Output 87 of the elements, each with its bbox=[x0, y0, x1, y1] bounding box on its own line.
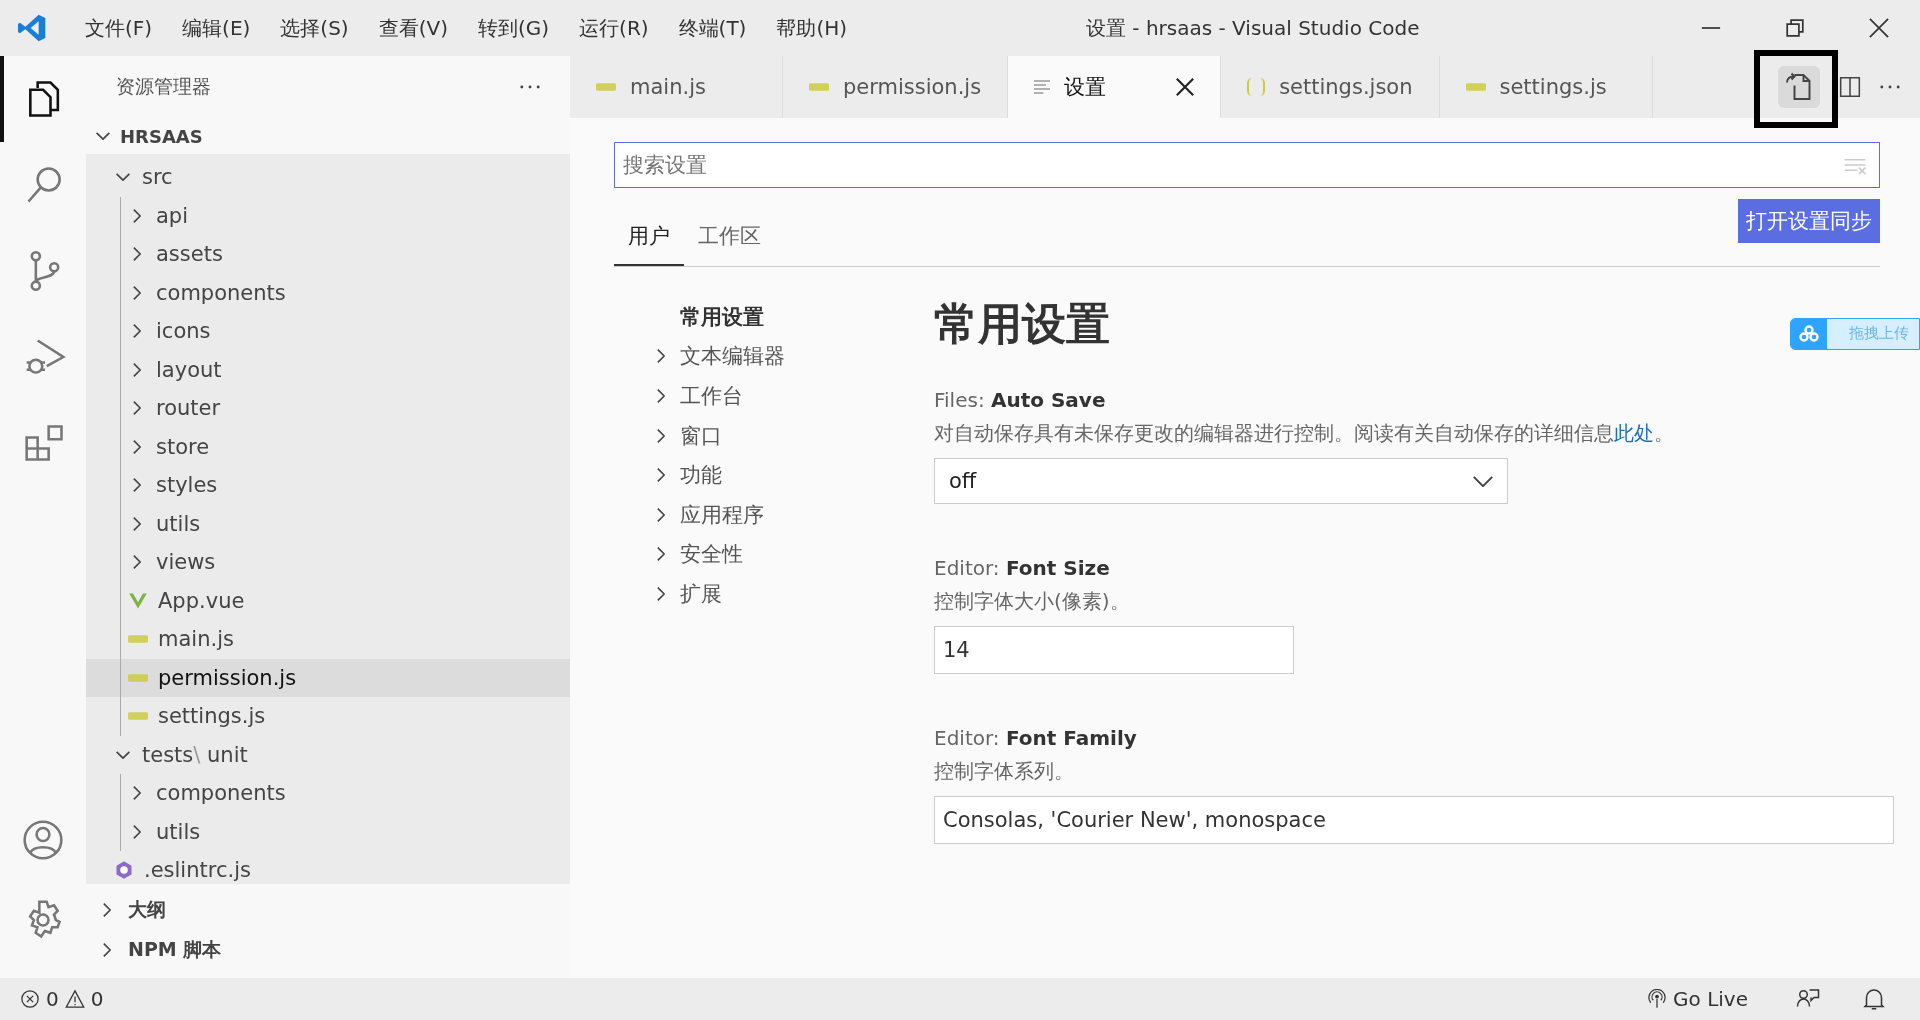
tree-item[interactable]: assets bbox=[86, 235, 570, 274]
menu-item[interactable]: 文件(F) bbox=[70, 14, 168, 42]
toc-item[interactable]: 应用程序 bbox=[614, 494, 934, 535]
close-icon[interactable] bbox=[1176, 78, 1195, 96]
setting-title: Editor: Font Family bbox=[934, 726, 1138, 750]
chevron-icon bbox=[1473, 475, 1493, 487]
section-header[interactable]: HRSAAS bbox=[86, 118, 570, 154]
editor-tab[interactable]: 设置 bbox=[1008, 56, 1222, 118]
lines-icon bbox=[1034, 80, 1051, 94]
account-icon[interactable] bbox=[21, 818, 65, 862]
window-title: 设置 - hrsaas - Visual Studio Code bbox=[1086, 14, 1420, 42]
chevron-icon bbox=[96, 132, 110, 140]
dropdown[interactable]: off bbox=[934, 458, 1508, 504]
chevron-icon bbox=[103, 903, 111, 917]
tree-item[interactable]: utils bbox=[86, 812, 570, 851]
toc-item[interactable]: 窗口 bbox=[614, 415, 934, 456]
menu-item[interactable]: 编辑(E) bbox=[167, 14, 266, 42]
tree-item[interactable]: components bbox=[86, 774, 570, 813]
hexagon-icon bbox=[114, 860, 134, 881]
toc-item[interactable]: 常用设置 bbox=[614, 297, 934, 337]
docs-link[interactable]: 此处 bbox=[1614, 421, 1654, 445]
editor-tab[interactable]: main.js bbox=[570, 56, 783, 118]
setting-description: 控制字体系列。 bbox=[934, 758, 1075, 785]
more-actions-icon[interactable] bbox=[520, 85, 540, 89]
chevron-icon bbox=[657, 586, 665, 601]
tree-item[interactable]: styles bbox=[86, 466, 570, 505]
tree-item[interactable]: main.js bbox=[86, 620, 570, 659]
broadcast-icon bbox=[1647, 989, 1668, 1009]
tree-item[interactable]: views bbox=[86, 543, 570, 582]
input-field[interactable]: Consolas, 'Courier New', monospace bbox=[934, 796, 1894, 844]
close-icon[interactable] bbox=[1866, 15, 1892, 41]
chevron-icon bbox=[657, 389, 665, 403]
chevron-icon bbox=[657, 428, 665, 443]
setting-title: Files: Auto Save bbox=[934, 388, 1107, 412]
tree-item[interactable]: .eslintrc.js bbox=[86, 851, 570, 884]
explorer-title: 资源管理器 bbox=[116, 74, 211, 99]
menu-item[interactable]: 选择(S) bbox=[265, 14, 364, 42]
editor-tab[interactable]: settings.js bbox=[1439, 56, 1653, 118]
tree-item[interactable]: store bbox=[86, 427, 570, 466]
setting-description: 控制字体大小(像素)。 bbox=[934, 588, 1131, 615]
chevron-icon bbox=[103, 943, 111, 957]
toc-item[interactable]: 安全性 bbox=[614, 534, 934, 575]
toc-item[interactable]: 文本编辑器 bbox=[614, 336, 934, 377]
tree-item[interactable]: router bbox=[86, 389, 570, 428]
scope-tab[interactable]: 工作区 bbox=[684, 202, 775, 266]
menu-item[interactable]: 运行(R) bbox=[564, 14, 664, 42]
menu-item[interactable]: 转到(G) bbox=[462, 14, 565, 42]
toc-item[interactable]: 扩展 bbox=[614, 574, 934, 614]
setting-title: Editor: Font Size bbox=[934, 556, 1111, 580]
tree-item[interactable]: layout bbox=[86, 350, 570, 389]
section-heading: 常用设置 bbox=[934, 297, 1110, 351]
tree-item[interactable]: tests\ unit bbox=[86, 735, 570, 774]
warning-icon bbox=[64, 989, 85, 1009]
sync-button[interactable]: 打开设置同步 bbox=[1738, 199, 1880, 243]
more-actions-icon[interactable] bbox=[1880, 85, 1900, 89]
cloud-icon bbox=[1791, 319, 1827, 349]
notification-bell-icon[interactable] bbox=[1862, 987, 1886, 1011]
menu-item[interactable]: 终端(T) bbox=[663, 14, 762, 42]
open-json-icon[interactable] bbox=[1778, 66, 1820, 108]
panel-header[interactable]: 大纲 bbox=[86, 890, 570, 930]
tree-item[interactable]: src bbox=[86, 158, 570, 197]
tree-item[interactable]: api bbox=[86, 196, 570, 235]
tree-item[interactable]: settings.js bbox=[86, 697, 570, 736]
vscode-logo-icon bbox=[16, 12, 48, 44]
setting-description: 对自动保存具有未保存更改的编辑器进行控制。阅读有关自动保存的详细信息此处。 bbox=[934, 420, 1675, 447]
search-field[interactable]: 搜索设置 bbox=[614, 142, 1880, 188]
chevron-icon bbox=[657, 349, 665, 364]
panel-header[interactable]: NPM 脚本 bbox=[86, 930, 570, 970]
editor-tab[interactable]: settings.json bbox=[1221, 56, 1440, 118]
tree-item[interactable]: components bbox=[86, 273, 570, 312]
scope-tab[interactable]: 用户 bbox=[614, 202, 684, 266]
toc-item[interactable]: 工作台 bbox=[614, 376, 934, 416]
menu-item[interactable]: 帮助(H) bbox=[761, 14, 863, 42]
go-live-button[interactable]: Go Live bbox=[1647, 987, 1748, 1011]
tree-item[interactable]: utils bbox=[86, 504, 570, 543]
input-field[interactable]: 14 bbox=[934, 626, 1294, 674]
tree-item[interactable]: icons bbox=[86, 312, 570, 351]
error-icon bbox=[20, 989, 40, 1009]
braces-icon bbox=[1247, 78, 1266, 96]
chevron-icon bbox=[657, 468, 665, 483]
menu-item[interactable]: 查看(V) bbox=[363, 14, 463, 42]
chevron-icon bbox=[657, 547, 665, 562]
toc-item[interactable]: 功能 bbox=[614, 455, 934, 495]
chevron-icon bbox=[657, 507, 665, 522]
problems-status[interactable]: 0 0 bbox=[20, 987, 104, 1011]
tree-item[interactable]: permission.js bbox=[86, 658, 570, 697]
tree-item[interactable]: App.vue bbox=[86, 581, 570, 620]
